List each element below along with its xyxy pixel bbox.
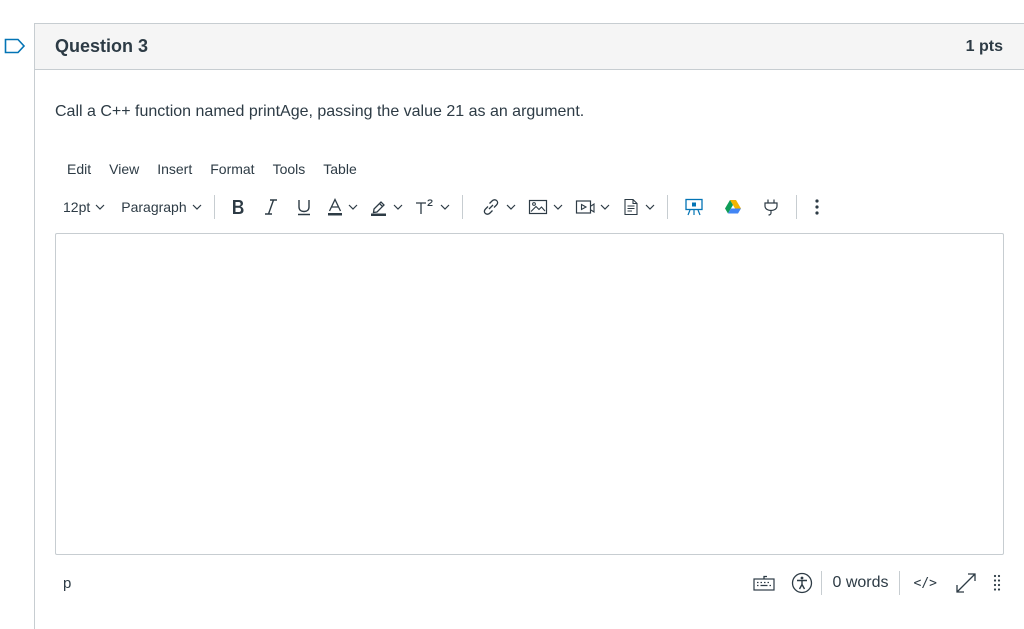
media-icon <box>575 200 595 214</box>
chevron-down-icon <box>440 204 450 210</box>
element-path[interactable]: p <box>63 575 71 592</box>
google-drive-icon <box>724 200 741 214</box>
editor-menubar: Edit View Insert Format Tools Table <box>57 160 365 178</box>
more-button[interactable] <box>803 192 831 222</box>
keyboard-icon <box>753 575 776 591</box>
rich-text-editor-area[interactable] <box>55 233 1004 555</box>
italic-icon <box>264 199 277 215</box>
html-editor-toggle[interactable]: </> <box>900 568 947 598</box>
chevron-down-icon <box>553 204 563 210</box>
block-format-select[interactable]: Paragraph <box>115 192 207 222</box>
menu-table[interactable]: Table <box>313 160 364 178</box>
accessibility-icon <box>792 572 813 594</box>
highlight-button[interactable] <box>364 192 409 222</box>
font-size-select[interactable]: 12pt <box>57 192 111 222</box>
more-icon <box>815 199 819 215</box>
chevron-down-icon <box>645 204 655 210</box>
menu-insert[interactable]: Insert <box>147 160 200 178</box>
bold-icon <box>232 200 244 214</box>
underline-button[interactable] <box>287 192 321 222</box>
menu-edit[interactable]: Edit <box>57 160 99 178</box>
editor-toolbar: 12pt Paragraph <box>57 192 1007 222</box>
bold-button[interactable] <box>221 192 255 222</box>
italic-button[interactable] <box>255 192 287 222</box>
question-text: Call a C++ function named printAge, pass… <box>55 103 585 120</box>
expand-icon <box>956 573 976 593</box>
text-color-button[interactable] <box>321 192 364 222</box>
superscript-button[interactable] <box>409 192 456 222</box>
question-title: Question 3 <box>55 36 149 56</box>
block-format-value: Paragraph <box>121 199 187 215</box>
question-header: Question 3 1 pts <box>35 24 1024 70</box>
media-button[interactable] <box>569 192 616 222</box>
text-color-icon <box>327 198 342 216</box>
chevron-down-icon <box>192 204 202 210</box>
superscript-icon <box>415 199 433 214</box>
chevron-down-icon <box>95 204 105 210</box>
plugin-button[interactable] <box>752 192 790 222</box>
plugin-icon <box>764 199 778 216</box>
link-button[interactable] <box>469 192 522 222</box>
chevron-down-icon <box>600 204 610 210</box>
toolbar-separator <box>795 195 797 219</box>
menu-format[interactable]: Format <box>200 160 262 178</box>
image-icon <box>528 199 547 215</box>
menu-view[interactable]: View <box>99 160 147 178</box>
apps-button[interactable] <box>674 192 714 222</box>
highlight-icon <box>370 201 386 216</box>
toolbar-separator <box>666 195 668 219</box>
accessibility-checker-button[interactable] <box>783 568 821 598</box>
editor-statusbar: p 0 words </> <box>55 568 1005 598</box>
google-drive-button[interactable] <box>714 192 752 222</box>
question-points: 1 pts <box>965 37 1003 55</box>
apps-icon <box>684 198 703 216</box>
link-icon <box>483 199 498 215</box>
document-button[interactable] <box>616 192 661 222</box>
font-size-value: 12pt <box>63 199 91 215</box>
chevron-down-icon <box>506 204 516 210</box>
chevron-down-icon <box>393 204 403 210</box>
menu-tools[interactable]: Tools <box>263 160 314 178</box>
chevron-down-icon <box>348 204 358 210</box>
word-count[interactable]: 0 words <box>822 574 898 592</box>
document-icon <box>624 198 638 216</box>
statusbar-controls: 0 words </> <box>745 568 1005 598</box>
image-button[interactable] <box>522 192 569 222</box>
question-card: Question 3 1 pts Call a C++ function nam… <box>34 23 1024 629</box>
toolbar-separator <box>213 195 215 219</box>
drag-handle-icon <box>993 574 1001 591</box>
toolbar-separator <box>461 195 463 219</box>
resize-handle[interactable] <box>985 568 1005 598</box>
fullscreen-button[interactable] <box>947 568 985 598</box>
flag-question-icon[interactable] <box>4 38 26 54</box>
underline-icon <box>297 200 310 216</box>
keyboard-shortcuts-button[interactable] <box>745 568 783 598</box>
